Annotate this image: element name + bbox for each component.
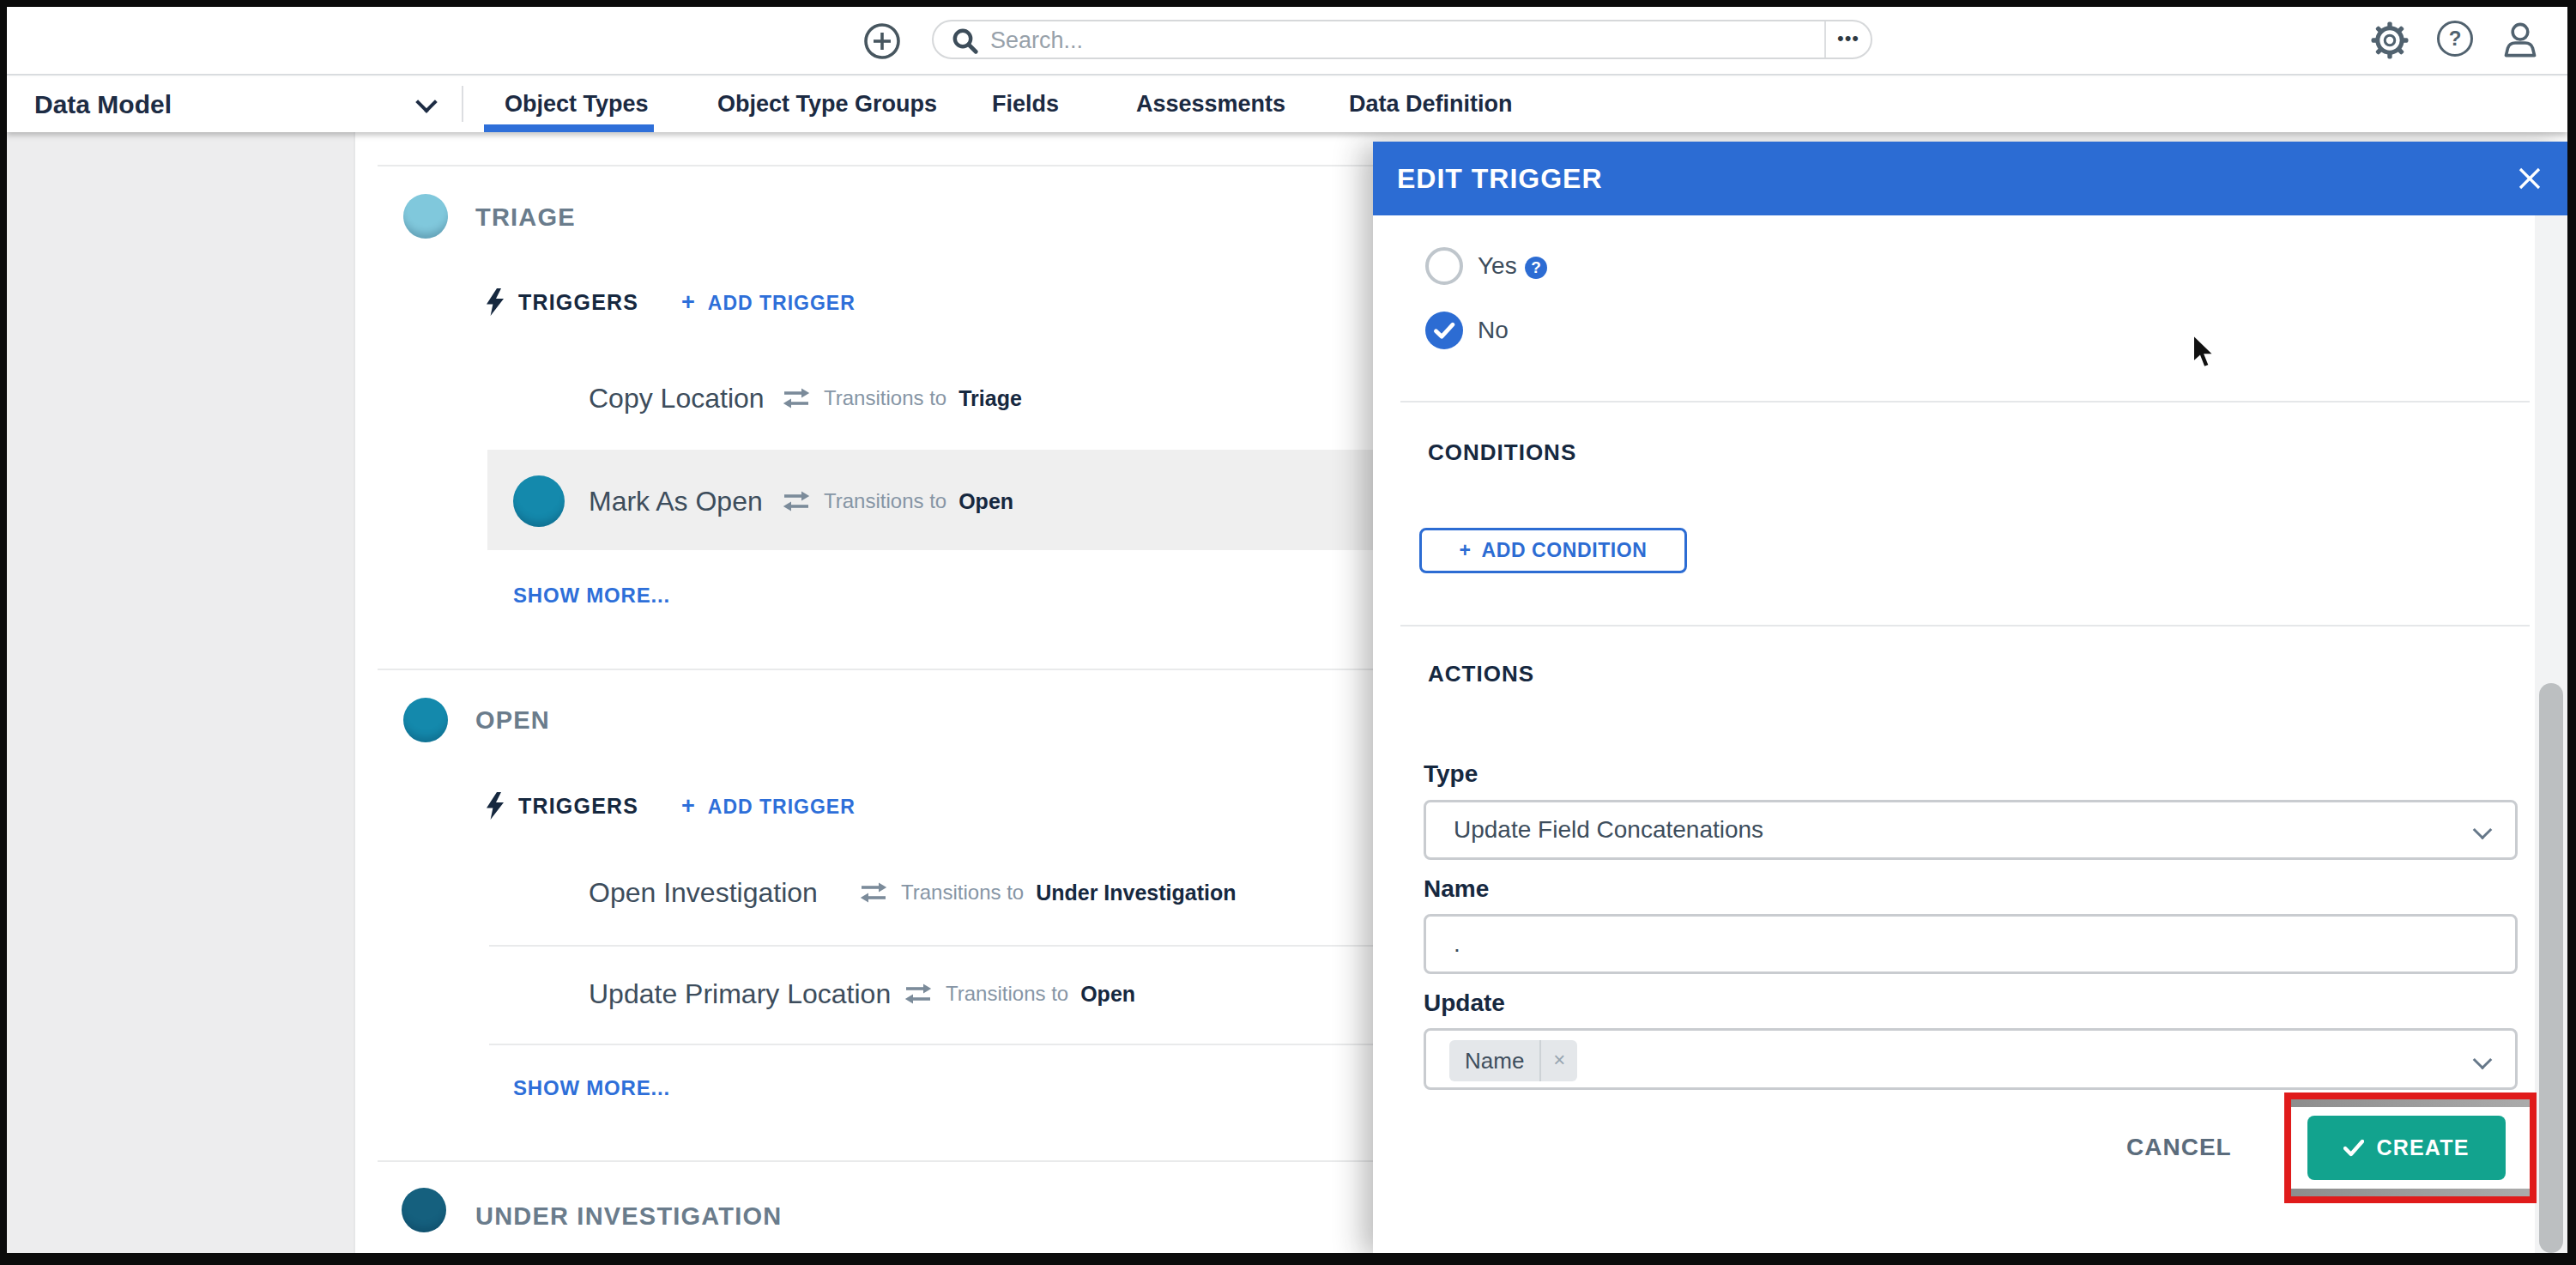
cancel-button[interactable]: CANCEL	[2126, 1134, 2232, 1161]
annotation-shadow-top	[2291, 1099, 2530, 1107]
trigger-name[interactable]: Copy Location	[589, 381, 765, 415]
transition-target: Open	[1080, 982, 1135, 1007]
close-icon[interactable]	[2518, 166, 2542, 191]
state-circle-under-investigation[interactable]	[402, 1188, 446, 1232]
scrollbar-thumb[interactable]	[2539, 683, 2563, 1253]
question-glyph: ?	[2449, 27, 2462, 50]
search-bar[interactable]: Search... •••	[932, 20, 1872, 59]
transition-info: Transitions to Under Investigation	[860, 881, 1237, 905]
conditions-heading: CONDITIONS	[1428, 440, 1576, 464]
left-sidebar	[7, 132, 354, 1253]
tab-fields[interactable]: Fields	[992, 77, 1059, 130]
state-circle-triage[interactable]	[403, 194, 448, 239]
mouse-cursor	[2192, 335, 2216, 371]
panel-divider	[1400, 401, 2530, 402]
content-left-edge	[354, 132, 355, 1253]
data-model-dropdown[interactable]: Data Model	[34, 77, 172, 132]
app-window: Search... ••• ? Data Mo	[0, 0, 2576, 1265]
active-tab-indicator	[484, 124, 654, 132]
topbar: Search... ••• ?	[7, 7, 2567, 76]
transition-info: Transitions to Open	[783, 489, 1013, 513]
transition-info: Transitions to Open	[904, 982, 1135, 1006]
actions-heading: ACTIONS	[1428, 662, 1534, 686]
state-name-triage: TRIAGE	[475, 199, 576, 235]
trigger-name[interactable]: Update Primary Location	[589, 977, 891, 1011]
help-icon[interactable]: ?	[2437, 21, 2473, 57]
user-icon[interactable]	[2500, 21, 2540, 58]
triggers-heading: TRIGGERS	[518, 288, 638, 316]
add-trigger-button[interactable]: +ADD TRIGGER	[681, 288, 856, 317]
tab-data-definition[interactable]: Data Definition	[1349, 77, 1513, 130]
panel-title: EDIT TRIGGER	[1397, 142, 1603, 215]
scrollbar-track[interactable]	[2535, 215, 2567, 1253]
more-options-icon[interactable]: •••	[1826, 21, 1871, 56]
plus-icon: +	[681, 793, 696, 819]
selected-chip: Name ×	[1449, 1040, 1577, 1081]
triggers-heading: TRIGGERS	[518, 792, 638, 820]
state-name-under-investigation: UNDER INVESTIGATION	[475, 1198, 782, 1234]
gear-icon[interactable]	[2370, 21, 2410, 60]
chip-label: Name	[1449, 1040, 1539, 1081]
trigger-circle	[513, 475, 565, 527]
edit-trigger-panel: EDIT TRIGGER Yes ? No CONDITIONS +ADD CO…	[1373, 142, 2567, 1253]
annotation-shadow-bottom	[2291, 1189, 2530, 1196]
lightning-icon	[486, 288, 505, 316]
nav-divider	[462, 86, 463, 122]
add-icon[interactable]	[863, 22, 901, 60]
search-icon	[952, 28, 978, 54]
transition-arrows-icon	[860, 882, 887, 903]
tab-object-types[interactable]: Object Types	[505, 77, 649, 130]
show-more-link[interactable]: SHOW MORE...	[513, 584, 670, 608]
check-icon	[1425, 312, 1463, 349]
add-condition-button[interactable]: +ADD CONDITION	[1419, 528, 1687, 573]
transition-arrows-icon	[783, 388, 810, 409]
type-label: Type	[1424, 762, 1478, 786]
update-select[interactable]: Name ×	[1424, 1028, 2518, 1090]
trigger-name[interactable]: Mark As Open	[589, 484, 763, 518]
lightning-icon	[486, 792, 505, 820]
update-label: Update	[1424, 991, 1505, 1015]
panel-divider	[1400, 625, 2530, 626]
name-input[interactable]: .	[1424, 914, 2518, 974]
transition-target: Under Investigation	[1036, 881, 1236, 905]
chevron-down-icon	[2473, 1050, 2493, 1070]
add-trigger-button[interactable]: +ADD TRIGGER	[681, 792, 856, 820]
tab-object-type-groups[interactable]: Object Type Groups	[717, 77, 937, 130]
transition-target: Open	[958, 489, 1013, 514]
search-placeholder: Search...	[990, 21, 1083, 59]
transition-info: Transitions to Triage	[783, 386, 1022, 410]
state-circle-open[interactable]	[403, 698, 448, 742]
radio-no-label: No	[1478, 318, 1509, 343]
trigger-name[interactable]: Open Investigation	[589, 875, 818, 910]
radio-no[interactable]	[1425, 312, 1463, 349]
radio-yes[interactable]	[1425, 247, 1463, 285]
transitions-to-label: Transitions to	[824, 489, 946, 513]
help-badge-icon[interactable]: ?	[1525, 257, 1547, 279]
transitions-to-label: Transitions to	[901, 881, 1024, 905]
show-more-link[interactable]: SHOW MORE...	[513, 1076, 670, 1100]
transitions-to-label: Transitions to	[824, 386, 946, 410]
state-name-open: OPEN	[475, 702, 550, 738]
panel-header: EDIT TRIGGER	[1373, 142, 2567, 215]
transition-arrows-icon	[904, 984, 932, 1004]
annotation-rectangle	[2284, 1092, 2537, 1203]
chip-remove-icon[interactable]: ×	[1541, 1040, 1577, 1081]
transitions-to-label: Transitions to	[946, 982, 1068, 1006]
nav-bar: Data Model Object Types Object Type Grou…	[7, 77, 2567, 132]
chevron-down-icon	[415, 91, 437, 112]
chevron-down-icon	[2473, 820, 2493, 840]
name-value: .	[1454, 917, 1460, 971]
type-select[interactable]: Update Field Concatenations	[1424, 800, 2518, 860]
plus-icon: +	[1459, 539, 1471, 561]
transition-arrows-icon	[783, 491, 810, 511]
transition-target: Triage	[958, 386, 1022, 411]
plus-icon: +	[681, 289, 696, 315]
tab-assessments[interactable]: Assessments	[1136, 77, 1285, 130]
name-label: Name	[1424, 877, 1489, 901]
type-value: Update Field Concatenations	[1454, 802, 1763, 857]
radio-yes-label: Yes	[1478, 253, 1517, 279]
